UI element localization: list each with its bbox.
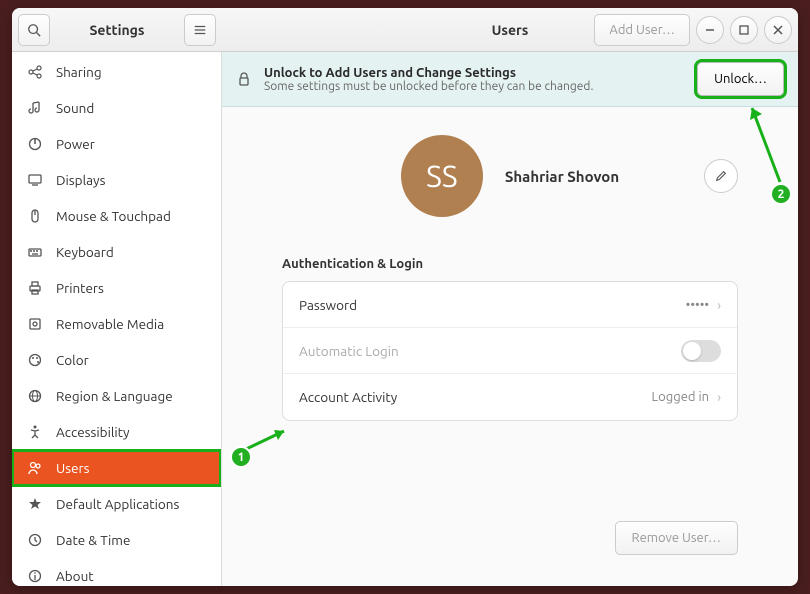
accessibility-icon [26, 423, 44, 441]
sidebar-item-sharing[interactable]: Sharing [12, 54, 221, 90]
mouse-icon [26, 207, 44, 225]
maximize-button[interactable] [730, 16, 758, 44]
sidebar-item-accessibility[interactable]: Accessibility [12, 414, 221, 450]
remove-user-button[interactable]: Remove User… [615, 521, 739, 555]
media-icon [26, 315, 44, 333]
sidebar-item-removable-media[interactable]: Removable Media [12, 306, 221, 342]
avatar[interactable]: SS [401, 135, 483, 217]
sidebar-item-keyboard[interactable]: Keyboard [12, 234, 221, 270]
sound-icon [26, 99, 44, 117]
sidebar-item-displays[interactable]: Displays [12, 162, 221, 198]
activity-label: Account Activity [299, 389, 652, 405]
unlock-subtitle: Some settings must be unlocked before th… [264, 80, 685, 93]
profile-header: SS Shahriar Shovon [282, 135, 738, 217]
sidebar-item-label: Color [56, 352, 89, 368]
pencil-icon [714, 169, 728, 183]
sidebar-item-label: About [56, 568, 94, 584]
settings-title: Settings [56, 22, 178, 38]
auto-login-label: Automatic Login [299, 343, 681, 359]
auth-section-title: Authentication & Login [282, 257, 738, 271]
callout-1: 1 [230, 446, 252, 468]
unlock-title: Unlock to Add Users and Change Settings [264, 66, 685, 80]
password-value: ••••• [686, 298, 709, 312]
sidebar-item-label: Displays [56, 172, 105, 188]
automatic-login-row: Automatic Login [283, 328, 737, 374]
sidebar-item-about[interactable]: About [12, 558, 221, 586]
sidebar-item-label: Sharing [56, 64, 102, 80]
hamburger-icon [193, 23, 207, 37]
sidebar-item-label: Power [56, 136, 95, 152]
users-icon [26, 459, 44, 477]
titlebar-right: Users Add User… [222, 14, 798, 46]
sidebar-item-users[interactable]: Users [12, 450, 221, 486]
sidebar-item-label: Mouse & Touchpad [56, 208, 171, 224]
sidebar-item-label: Users [56, 460, 90, 476]
menu-button[interactable] [184, 14, 216, 46]
unlock-button[interactable]: Unlock… [697, 62, 784, 96]
chevron-right-icon: › [717, 389, 721, 405]
search-button[interactable] [18, 14, 50, 46]
sidebar-item-printers[interactable]: Printers [12, 270, 221, 306]
sidebar-item-label: Accessibility [56, 424, 130, 440]
callout-2: 2 [770, 183, 792, 205]
sidebar-item-label: Date & Time [56, 532, 130, 548]
titlebar: Settings Users Add User… [12, 8, 798, 52]
password-label: Password [299, 297, 686, 313]
clock-icon [26, 531, 44, 549]
settings-window: Settings Users Add User… Sharing Sound P… [12, 8, 798, 586]
body: Sharing Sound Power Displays Mouse & Tou… [12, 52, 798, 586]
unlock-text: Unlock to Add Users and Change Settings … [264, 66, 685, 93]
maximize-icon [739, 25, 749, 35]
sidebar-item-date-time[interactable]: Date & Time [12, 522, 221, 558]
chevron-right-icon: › [717, 297, 721, 313]
power-icon [26, 135, 44, 153]
sidebar[interactable]: Sharing Sound Power Displays Mouse & Tou… [12, 52, 222, 586]
share-icon [26, 63, 44, 81]
sidebar-item-default-applications[interactable]: Default Applications [12, 486, 221, 522]
printer-icon [26, 279, 44, 297]
password-row[interactable]: Password ••••• › [283, 282, 737, 328]
auto-login-toggle [681, 340, 721, 362]
main-area: SS Shahriar Shovon Authentication & Logi… [222, 107, 798, 583]
sidebar-item-region-language[interactable]: Region & Language [12, 378, 221, 414]
activity-value: Logged in [652, 390, 710, 404]
edit-name-button[interactable] [704, 159, 738, 193]
add-user-button[interactable]: Add User… [594, 14, 690, 46]
unlock-bar: Unlock to Add Users and Change Settings … [222, 52, 798, 107]
sidebar-item-sound[interactable]: Sound [12, 90, 221, 126]
keyboard-icon [26, 243, 44, 261]
sidebar-item-label: Keyboard [56, 244, 114, 260]
minimize-button[interactable] [696, 16, 724, 44]
page-title: Users [492, 22, 529, 38]
sidebar-item-mouse-touchpad[interactable]: Mouse & Touchpad [12, 198, 221, 234]
globe-icon [26, 387, 44, 405]
sidebar-item-label: Removable Media [56, 316, 164, 332]
star-icon [26, 495, 44, 513]
sidebar-item-label: Region & Language [56, 388, 173, 404]
user-name: Shahriar Shovon [505, 168, 619, 185]
search-icon [27, 23, 41, 37]
account-activity-row[interactable]: Account Activity Logged in › [283, 374, 737, 420]
titlebar-left: Settings [12, 14, 222, 46]
content: Unlock to Add Users and Change Settings … [222, 52, 798, 586]
minimize-icon [705, 25, 715, 35]
close-button[interactable] [764, 16, 792, 44]
sidebar-item-color[interactable]: Color [12, 342, 221, 378]
close-icon [773, 25, 783, 35]
sidebar-item-label: Sound [56, 100, 94, 116]
sidebar-item-label: Printers [56, 280, 104, 296]
color-icon [26, 351, 44, 369]
sidebar-item-label: Default Applications [56, 496, 179, 512]
displays-icon [26, 171, 44, 189]
info-icon [26, 567, 44, 585]
lock-icon [236, 71, 252, 87]
remove-box: Remove User… [282, 521, 738, 555]
sidebar-item-power[interactable]: Power [12, 126, 221, 162]
auth-card: Password ••••• › Automatic Login Account… [282, 281, 738, 421]
